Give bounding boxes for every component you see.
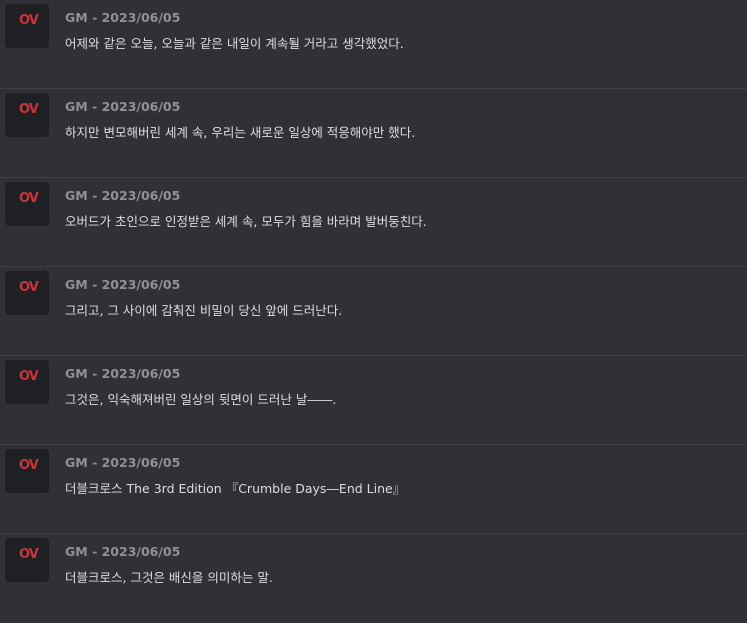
meta-separator: - [92,544,102,559]
message-date: 2023/06/05 [101,366,181,381]
message-text: 더블크로스 The 3rd Edition 『Crumble Days―End … [65,481,406,496]
message-author: GM [65,544,88,559]
avatar-logo: OV [19,13,39,28]
message-text: 어제와 같은 오늘, 오늘과 같은 내일이 계속될 거라고 생각했었다. [65,36,404,51]
message-text: 오버드가 초인으로 인정받은 세계 속, 모두가 힘을 바라며 발버둥친다. [65,214,427,229]
avatar[interactable]: OV [5,538,49,582]
message-item: OV GM - 2023/06/05 오버드가 초인으로 인정받은 세계 속, … [0,178,747,267]
message-date: 2023/06/05 [101,99,181,114]
message-date: 2023/06/05 [101,455,181,470]
message-text: 그리고, 그 사이에 감춰진 비밀이 당신 앞에 드러난다. [65,303,343,318]
message-meta: GM - 2023/06/05 [65,544,180,560]
meta-separator: - [92,366,102,381]
avatar-logo: OV [19,369,39,384]
message-meta: GM - 2023/06/05 [65,99,180,115]
message-item: OV GM - 2023/06/05 그것은, 익숙해져버린 일상의 뒷면이 드… [0,356,747,445]
message-item: OV GM - 2023/06/05 더블크로스, 그것은 배신을 의미하는 말… [0,534,747,623]
avatar[interactable]: OV [5,93,49,137]
message-meta: GM - 2023/06/05 [65,455,180,471]
avatar[interactable]: OV [5,182,49,226]
message-item: OV GM - 2023/06/05 그리고, 그 사이에 감춰진 비밀이 당신… [0,267,747,356]
message-item: OV GM - 2023/06/05 어제와 같은 오늘, 오늘과 같은 내일이… [0,0,747,89]
avatar[interactable]: OV [5,271,49,315]
meta-separator: - [92,188,102,203]
meta-separator: - [92,455,102,470]
avatar[interactable]: OV [5,4,49,48]
message-date: 2023/06/05 [101,10,181,25]
message-author: GM [65,99,88,114]
message-text: 더블크로스, 그것은 배신을 의미하는 말. [65,570,273,585]
avatar-logo: OV [19,458,39,473]
avatar-logo: OV [19,191,39,206]
message-meta: GM - 2023/06/05 [65,277,180,293]
message-author: GM [65,10,88,25]
avatar-logo: OV [19,547,39,562]
message-author: GM [65,277,88,292]
message-author: GM [65,455,88,470]
avatar[interactable]: OV [5,449,49,493]
meta-separator: - [92,277,102,292]
avatar[interactable]: OV [5,360,49,404]
message-date: 2023/06/05 [101,544,181,559]
message-text: 그것은, 익숙해져버린 일상의 뒷면이 드러난 날――. [65,392,337,407]
message-meta: GM - 2023/06/05 [65,366,180,382]
message-author: GM [65,188,88,203]
avatar-logo: OV [19,280,39,295]
message-author: GM [65,366,88,381]
message-feed: OV GM - 2023/06/05 어제와 같은 오늘, 오늘과 같은 내일이… [0,0,747,596]
message-text: 하지만 변모해버린 세계 속, 우리는 새로운 일상에 적응해야만 했다. [65,125,416,140]
message-item: OV GM - 2023/06/05 하지만 변모해버린 세계 속, 우리는 새… [0,89,747,178]
message-date: 2023/06/05 [101,188,181,203]
meta-separator: - [92,10,102,25]
message-date: 2023/06/05 [101,277,181,292]
message-item: OV GM - 2023/06/05 더블크로스 The 3rd Edition… [0,445,747,534]
meta-separator: - [92,99,102,114]
message-meta: GM - 2023/06/05 [65,188,180,204]
message-meta: GM - 2023/06/05 [65,10,180,26]
avatar-logo: OV [19,102,39,117]
